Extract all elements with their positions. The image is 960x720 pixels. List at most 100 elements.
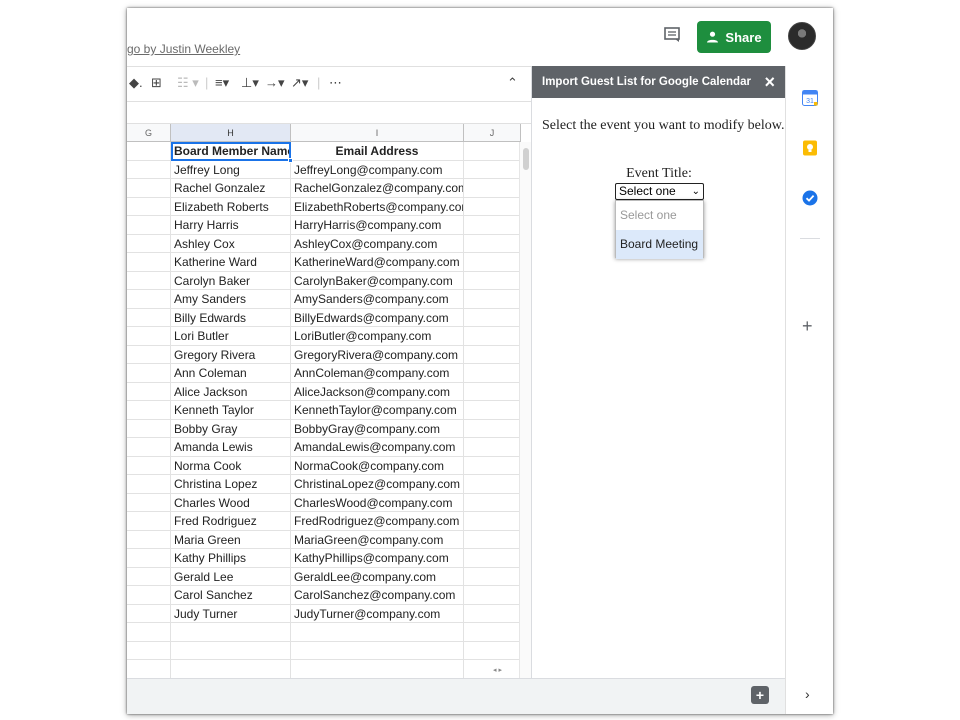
cell-g[interactable]: [127, 234, 171, 253]
member-name-cell[interactable]: Rachel Gonzalez: [171, 179, 291, 198]
member-name-cell[interactable]: Bobby Gray: [171, 419, 291, 438]
cell-j[interactable]: [464, 401, 521, 420]
member-email-cell[interactable]: KatherineWard@company.com: [291, 253, 464, 272]
member-name-cell[interactable]: Amanda Lewis: [171, 438, 291, 457]
cell-j[interactable]: [464, 512, 521, 531]
keep-icon[interactable]: [802, 140, 818, 156]
cell-j[interactable]: [464, 290, 521, 309]
member-email-cell[interactable]: JeffreyLong@company.com: [291, 160, 464, 179]
formula-bar[interactable]: [127, 102, 531, 124]
merge-cells-icon[interactable]: ☷ ▾: [177, 75, 199, 91]
author-link[interactable]: go by Justin Weekley: [127, 42, 240, 56]
member-email-cell[interactable]: KathyPhillips@company.com: [291, 549, 464, 568]
member-name-cell[interactable]: Carol Sanchez: [171, 586, 291, 605]
horizontal-scroll-arrows[interactable]: ◂ ▸: [493, 666, 502, 674]
cell-j[interactable]: [464, 345, 521, 364]
empty-cell[interactable]: [291, 623, 464, 642]
borders-icon[interactable]: ⊞: [151, 75, 162, 91]
cell-g[interactable]: [127, 586, 171, 605]
member-email-cell[interactable]: CarolynBaker@company.com: [291, 271, 464, 290]
cell-g[interactable]: [127, 179, 171, 198]
cell-j[interactable]: [464, 456, 521, 475]
board-member-name-header[interactable]: Board Member Name: [171, 142, 291, 161]
member-name-cell[interactable]: Fred Rodriguez: [171, 512, 291, 531]
member-name-cell[interactable]: Elizabeth Roberts: [171, 197, 291, 216]
column-header-i[interactable]: I: [291, 124, 464, 142]
cell-g[interactable]: [127, 253, 171, 272]
member-name-cell[interactable]: Norma Cook: [171, 456, 291, 475]
member-name-cell[interactable]: Jeffrey Long: [171, 160, 291, 179]
cell-j[interactable]: [464, 234, 521, 253]
member-email-cell[interactable]: ChristinaLopez@company.com: [291, 475, 464, 494]
cell-g[interactable]: [127, 290, 171, 309]
email-address-header[interactable]: Email Address: [291, 142, 464, 161]
column-header-j[interactable]: J: [464, 124, 521, 142]
member-name-cell[interactable]: Alice Jackson: [171, 382, 291, 401]
cell-j[interactable]: [464, 364, 521, 383]
collapse-toolbar-icon[interactable]: ⌃: [507, 75, 518, 91]
horizontal-align-icon[interactable]: ≡▾: [215, 75, 229, 91]
member-email-cell[interactable]: AliceJackson@company.com: [291, 382, 464, 401]
cell-g[interactable]: [127, 549, 171, 568]
cell-j[interactable]: [464, 493, 521, 512]
member-name-cell[interactable]: Kenneth Taylor: [171, 401, 291, 420]
cell-g[interactable]: [127, 475, 171, 494]
member-email-cell[interactable]: GregoryRivera@company.com: [291, 345, 464, 364]
comment-history-icon[interactable]: [661, 24, 683, 46]
empty-cell[interactable]: [464, 623, 521, 642]
member-name-cell[interactable]: Billy Edwards: [171, 308, 291, 327]
member-email-cell[interactable]: FredRodriguez@company.com: [291, 512, 464, 531]
member-name-cell[interactable]: Judy Turner: [171, 604, 291, 623]
cell-g[interactable]: [127, 327, 171, 346]
empty-cell[interactable]: [171, 641, 291, 660]
cell-g[interactable]: [127, 401, 171, 420]
member-email-cell[interactable]: AshleyCox@company.com: [291, 234, 464, 253]
cell-g[interactable]: [127, 604, 171, 623]
scroll-thumb[interactable]: [523, 148, 529, 170]
member-name-cell[interactable]: Carolyn Baker: [171, 271, 291, 290]
cell-j[interactable]: [464, 327, 521, 346]
cell-g[interactable]: [127, 308, 171, 327]
empty-cell[interactable]: [171, 660, 291, 679]
member-name-cell[interactable]: Ashley Cox: [171, 234, 291, 253]
member-name-cell[interactable]: Gregory Rivera: [171, 345, 291, 364]
cell-j[interactable]: [464, 438, 521, 457]
cell-j[interactable]: [464, 216, 521, 235]
cell-g[interactable]: [127, 567, 171, 586]
member-email-cell[interactable]: KennethTaylor@company.com: [291, 401, 464, 420]
member-name-cell[interactable]: Amy Sanders: [171, 290, 291, 309]
member-email-cell[interactable]: AmySanders@company.com: [291, 290, 464, 309]
vertical-scrollbar[interactable]: [519, 142, 531, 684]
member-email-cell[interactable]: BobbyGray@company.com: [291, 419, 464, 438]
cell-g[interactable]: [127, 271, 171, 290]
member-email-cell[interactable]: JudyTurner@company.com: [291, 604, 464, 623]
member-email-cell[interactable]: HarryHarris@company.com: [291, 216, 464, 235]
event-select[interactable]: Select one ⌄: [615, 183, 704, 200]
cell-g[interactable]: [127, 438, 171, 457]
cell-j[interactable]: [464, 271, 521, 290]
more-options-icon[interactable]: ⋯: [329, 75, 342, 91]
cell-j[interactable]: [464, 179, 521, 198]
empty-cell[interactable]: [291, 641, 464, 660]
member-email-cell[interactable]: AnnColeman@company.com: [291, 364, 464, 383]
fill-color-icon[interactable]: ◆.: [129, 75, 143, 91]
cell-j[interactable]: [464, 530, 521, 549]
member-name-cell[interactable]: Kathy Phillips: [171, 549, 291, 568]
cell-g[interactable]: [127, 456, 171, 475]
option-select-one[interactable]: Select one: [616, 201, 703, 230]
empty-cell[interactable]: [127, 660, 171, 679]
cell-g[interactable]: [127, 160, 171, 179]
cell-g[interactable]: [127, 142, 171, 161]
member-name-cell[interactable]: Ann Coleman: [171, 364, 291, 383]
member-name-cell[interactable]: Charles Wood: [171, 493, 291, 512]
empty-cell[interactable]: [127, 641, 171, 660]
cell-g[interactable]: [127, 216, 171, 235]
empty-cell[interactable]: [291, 660, 464, 679]
cell-g[interactable]: [127, 382, 171, 401]
calendar-icon[interactable]: 31: [802, 90, 818, 106]
cell-g[interactable]: [127, 419, 171, 438]
member-email-cell[interactable]: BillyEdwards@company.com: [291, 308, 464, 327]
cell-j[interactable]: [464, 604, 521, 623]
cell-j[interactable]: [464, 253, 521, 272]
member-name-cell[interactable]: Gerald Lee: [171, 567, 291, 586]
